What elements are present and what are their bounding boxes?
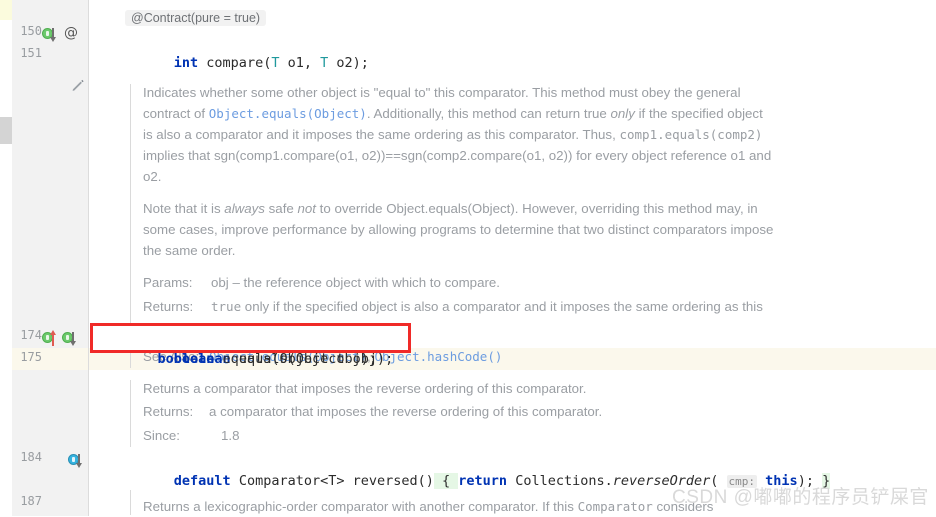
type-comparator-t: Comparator<T> [230,473,353,489]
class-collections: Collections. [507,473,613,489]
param-o1: o1, [279,55,321,71]
code-editor: 150 @ 151 174 175 184 187 @Contract(pure… [0,0,936,516]
brace-open: { [433,473,459,489]
doc-p2-italic-not: not [297,201,316,216]
doc-p1-italic-only: only [610,106,635,121]
doc-link-object-equals[interactable]: Object.equals(Object) [209,106,367,121]
csdn-watermark: CSDN @嘟嘟的程序员铲屎官 [672,487,929,508]
error-stripe[interactable] [0,0,12,516]
gutter-icons-150: @ [42,22,78,44]
doc-reversed-returns-value: a comparator that imposes the reverse or… [209,404,603,419]
gutter-row-175: 175 [12,348,88,370]
overrides-up-marker-icon[interactable] [42,330,56,346]
doc-params-value: obj – the reference object with which to… [211,275,500,290]
gutter-icons-184 [68,448,82,470]
gutter-row-174: 174 [12,326,88,348]
edit-pencil-icon[interactable] [70,77,86,93]
contract-annotation-inlay[interactable]: @Contract(pure = true) [125,10,267,26]
line-number: 175 [20,350,42,364]
editor-gutter[interactable]: 150 @ 151 174 175 184 187 [12,0,105,516]
doc-tc-mono-comparator: Comparator [577,499,653,514]
editor-content[interactable]: @Contract(pure = true) int compare(T o1,… [89,0,936,516]
annotation-at-icon[interactable]: @ [64,22,78,44]
overridden-down-marker-icon[interactable] [62,330,76,346]
doc-p2-part2: safe [264,201,298,216]
doc-thencomparing-text: Returns a lexicographic-order comparator… [143,496,763,517]
keyword-return: return [458,473,508,489]
keyword-int: int [173,55,199,71]
vertical-scrollbar-thumb[interactable] [0,117,12,144]
gutter-icons-174 [42,326,76,348]
stripe-warning-mark[interactable] [0,0,12,20]
method-reversed: reversed() [352,473,434,489]
doc-reversed-returns-row: Returns: a comparator that imposes the r… [143,401,703,422]
implemented-down-marker-icon[interactable] [42,26,56,42]
code-line-equals-overlay[interactable]: boolean equals(Object obj); [125,326,377,392]
gutter-row-intention [12,74,88,96]
line-number: 184 [20,450,42,464]
line-number: 174 [20,328,42,342]
keyword-default: default [173,473,231,489]
gutter-row-187: 187 [12,492,88,514]
doc-p1-part2: . Additionally, this method can return t… [366,106,611,121]
doc-reversed-since-label: Since: [143,428,180,443]
method-compare: compare( [198,55,272,71]
doc-reversed-since-value: 1.8 [221,428,240,443]
method-equals-signature: equals(Object obj); [214,351,377,367]
doc-guide-line [130,490,131,515]
doc-p2-italic-always: always [224,201,265,216]
doc-p1-part4: implies that sgn(comp1.compare(o1, o2))=… [143,148,772,184]
doc-reversed-since-row: Since: 1.8 [143,425,703,446]
doc-params-row: Params: obj – the reference object with … [143,272,775,293]
doc-returns-mono-true: true [211,299,242,314]
gutter-row-151: 151 [12,44,88,66]
keyword-boolean: boolean [157,351,215,367]
doc-p1-mono-comp1equals: comp1.equals(comp2) [619,127,763,142]
doc-paragraph-1: Indicates whether some other object is "… [143,82,775,187]
line-number: 150 [20,24,42,38]
implementing-down-marker-icon[interactable] [68,452,82,468]
javadoc-thencomparing-block: Returns a lexicographic-order comparator… [130,490,763,517]
doc-tc-part1: Returns a lexicographic-order comparator… [143,499,578,514]
doc-params-label: Params: [143,275,193,290]
doc-reversed-returns-label: Returns: [143,404,194,419]
param-o2: o2); [328,55,369,71]
gutter-row-184: 184 [12,448,105,470]
gutter-row-150: 150 @ [12,22,88,44]
line-number: 187 [20,494,42,508]
line-number: 151 [20,46,42,60]
doc-paragraph-2: Note that it is always safe not to overr… [143,198,775,261]
doc-p2-part1: Note that it is [143,201,225,216]
